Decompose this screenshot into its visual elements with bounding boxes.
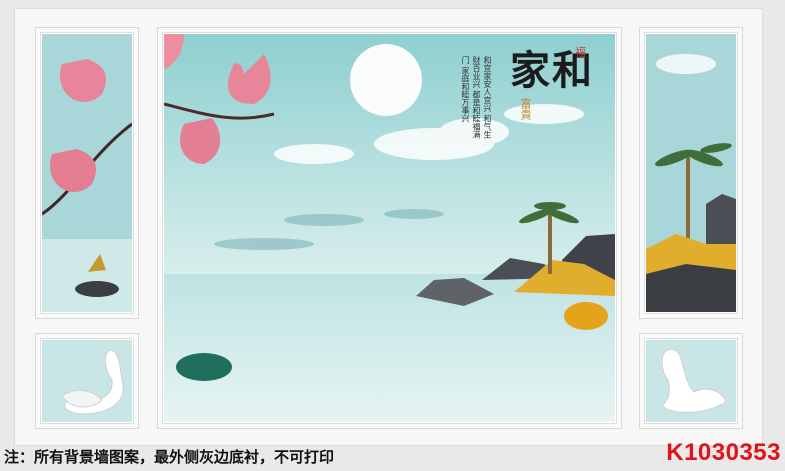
moon xyxy=(350,44,422,116)
swan-scene-left xyxy=(42,340,132,422)
left-top-panel xyxy=(36,28,138,318)
jade-stone xyxy=(176,353,232,381)
left-top-scene xyxy=(42,34,132,312)
gold-characters: 富貴 xyxy=(519,98,532,120)
footer-note: 注：所有背景墙图案，最外侧灰边底衬，不可打印 xyxy=(4,448,335,466)
gold-stone xyxy=(564,302,608,330)
right-top-panel xyxy=(640,28,742,318)
swan-scene-right xyxy=(646,340,736,422)
poem-text: 和宜家安人宜兴 和气生财百业兴 都是和睦福满门 家庭和睦万事兴 xyxy=(461,56,492,139)
water xyxy=(164,274,615,422)
rock xyxy=(75,281,119,297)
right-bottom-panel xyxy=(640,334,742,428)
seal-fu: 福 xyxy=(575,46,586,59)
left-bottom-panel xyxy=(36,334,138,428)
product-code: K1030353 xyxy=(666,439,781,466)
right-top-scene xyxy=(646,34,736,312)
